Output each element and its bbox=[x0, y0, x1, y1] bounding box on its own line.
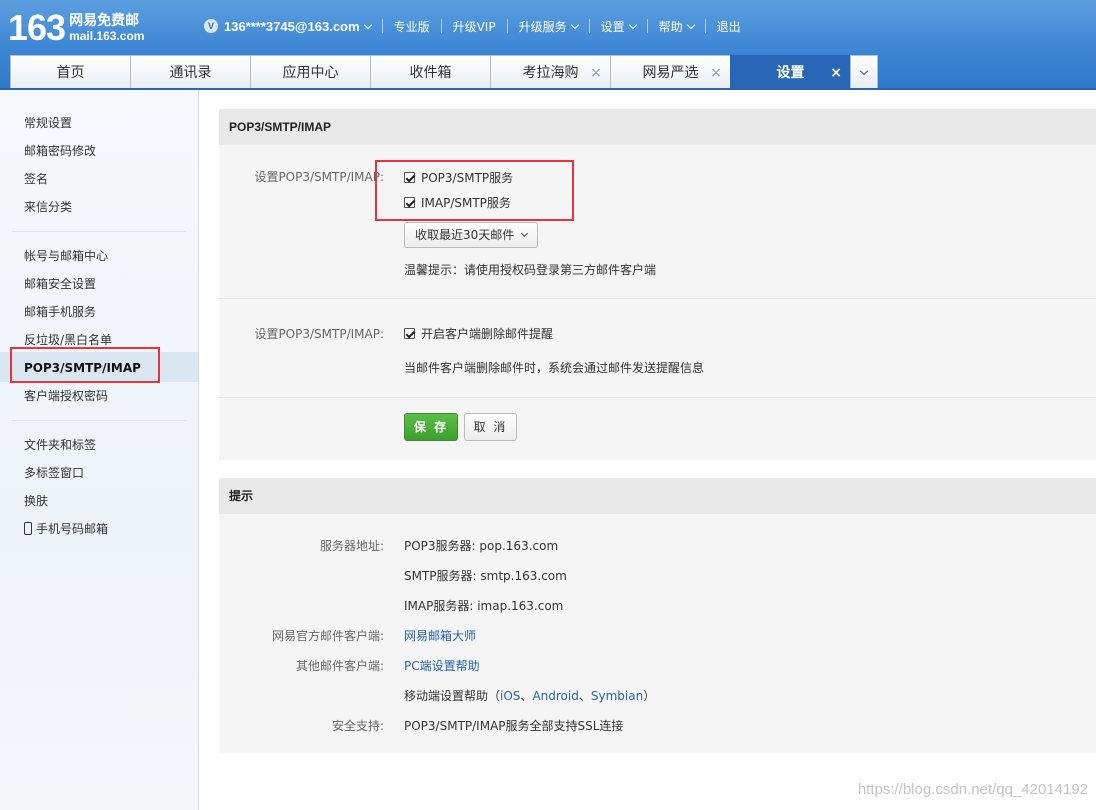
mail-master-link[interactable]: 网易邮箱大师 bbox=[404, 627, 476, 644]
sidebar: 常规设置 邮箱密码修改 签名 来信分类 帐号与邮箱中心 邮箱安全设置 邮箱手机服… bbox=[0, 90, 199, 810]
tip-text: 温馨提示：请使用授权码登录第三方邮件客户端 bbox=[404, 263, 657, 277]
tab-contacts[interactable]: 通讯录 bbox=[130, 55, 251, 88]
imap-server: IMAP服务器: imap.163.com bbox=[404, 599, 564, 613]
sidebar-item-multi-tab[interactable]: 多标签窗口 bbox=[24, 463, 84, 483]
logo[interactable]: 163 网易免费邮 mail.163.com bbox=[8, 8, 144, 48]
official-client-label: 网易官方邮件客户端: bbox=[271, 629, 384, 643]
ios-link[interactable]: iOS bbox=[500, 689, 520, 703]
smtp-server: SMTP服务器: smtp.163.com bbox=[404, 569, 567, 583]
watermark: https://blog.csdn.net/qq_42014192 bbox=[857, 781, 1088, 798]
pro-link[interactable]: 专业版 bbox=[394, 18, 430, 35]
sidebar-item-phone-service[interactable]: 邮箱手机服务 bbox=[24, 302, 96, 322]
sidebar-item-folders-tags[interactable]: 文件夹和标签 bbox=[24, 435, 96, 455]
tab-home[interactable]: 首页 bbox=[10, 55, 131, 88]
close-icon[interactable]: × bbox=[710, 65, 722, 81]
other-client-label: 其他邮件客户端: bbox=[295, 659, 384, 673]
logo-cn: 网易免费邮 bbox=[69, 13, 140, 29]
sidebar-item-skin[interactable]: 换肤 bbox=[24, 491, 48, 511]
tab-kaola[interactable]: 考拉海购 × bbox=[490, 55, 611, 88]
sidebar-item-filters[interactable]: 来信分类 bbox=[24, 197, 72, 217]
mobile-help: 移动端设置帮助（iOS、Android、Symbian） bbox=[404, 689, 656, 703]
tips-panel bbox=[219, 478, 1096, 753]
chevron-down-icon[interactable] bbox=[363, 20, 372, 29]
sidebar-item-general[interactable]: 常规设置 bbox=[24, 113, 72, 133]
delete-description: 当邮件客户端删除邮件时，系统会通过邮件发送提醒信息 bbox=[404, 361, 705, 375]
section-title: POP3/SMTP/IMAP bbox=[219, 109, 1096, 145]
top-nav: V 136****3745@163.com 专业版 升级VIP 升级服务 设置 … bbox=[204, 17, 741, 35]
section-title: 提示 bbox=[219, 478, 1096, 514]
logout-link[interactable]: 退出 bbox=[717, 18, 741, 35]
settings-menu[interactable]: 设置 bbox=[601, 18, 625, 35]
checkbox-checked-icon bbox=[404, 328, 415, 339]
tab-inbox[interactable]: 收件箱 bbox=[370, 55, 491, 88]
save-button[interactable]: 保 存 bbox=[404, 413, 458, 441]
sidebar-item-phone-mailbox[interactable]: 手机号码邮箱 bbox=[24, 519, 108, 539]
sidebar-item-password[interactable]: 邮箱密码修改 bbox=[24, 141, 96, 161]
close-icon[interactable]: × bbox=[830, 65, 842, 81]
pc-help-link[interactable]: PC端设置帮助 bbox=[404, 657, 480, 674]
logo-number: 163 bbox=[8, 7, 66, 48]
tab-yanxuan[interactable]: 网易严选 × bbox=[610, 55, 731, 88]
android-link[interactable]: Android bbox=[532, 689, 578, 703]
delete-alert-checkbox[interactable]: 开启客户端删除邮件提醒 bbox=[404, 325, 553, 342]
close-icon[interactable]: × bbox=[590, 65, 602, 81]
sidebar-item-auth-code[interactable]: 客户端授权密码 bbox=[24, 386, 108, 406]
tab-settings[interactable]: 设置 × bbox=[730, 55, 851, 88]
tab-bar: 首页 通讯录 应用中心 收件箱 考拉海购 × 网易严选 × 设置 × bbox=[10, 55, 878, 88]
tab-app-center[interactable]: 应用中心 bbox=[250, 55, 371, 88]
chevron-down-icon[interactable] bbox=[628, 20, 637, 29]
header: 163 网易免费邮 mail.163.com V 136****3745@163… bbox=[0, 0, 1096, 90]
chevron-down-icon[interactable] bbox=[686, 20, 695, 29]
account-menu[interactable]: 136****3745@163.com bbox=[224, 19, 360, 34]
symbian-link[interactable]: Symbian bbox=[591, 689, 643, 703]
help-menu[interactable]: 帮助 bbox=[659, 18, 683, 35]
sidebar-item-signature[interactable]: 签名 bbox=[24, 169, 48, 189]
chevron-down-icon bbox=[521, 229, 529, 238]
row-label: 设置POP3/SMTP/IMAP: bbox=[254, 327, 384, 341]
upgrade-service-menu[interactable]: 升级服务 bbox=[519, 18, 567, 35]
server-label: 服务器地址: bbox=[319, 539, 384, 553]
fetch-range-select[interactable]: 收取最近30天邮件 bbox=[404, 222, 539, 248]
row-label: 设置POP3/SMTP/IMAP: bbox=[254, 170, 384, 184]
security-label: 安全支持: bbox=[331, 719, 384, 733]
sidebar-item-security[interactable]: 邮箱安全设置 bbox=[24, 274, 96, 294]
highlight-box bbox=[375, 160, 574, 221]
cancel-button[interactable]: 取 消 bbox=[464, 413, 517, 441]
pop3-server: POP3服务器: pop.163.com bbox=[404, 539, 559, 553]
chevron-down-icon bbox=[859, 66, 869, 75]
logo-en: mail.163.com bbox=[69, 29, 145, 43]
chevron-down-icon[interactable] bbox=[570, 20, 579, 29]
sidebar-item-account-center[interactable]: 帐号与邮箱中心 bbox=[24, 246, 108, 266]
security-text: POP3/SMTP/IMAP服务全部支持SSL连接 bbox=[404, 719, 624, 733]
vip-icon: V bbox=[204, 19, 218, 33]
upgrade-vip-link[interactable]: 升级VIP bbox=[453, 18, 496, 35]
pop3-panel bbox=[219, 109, 1096, 460]
tab-more-button[interactable] bbox=[850, 55, 878, 88]
highlight-box bbox=[10, 347, 160, 383]
phone-icon bbox=[24, 522, 32, 535]
